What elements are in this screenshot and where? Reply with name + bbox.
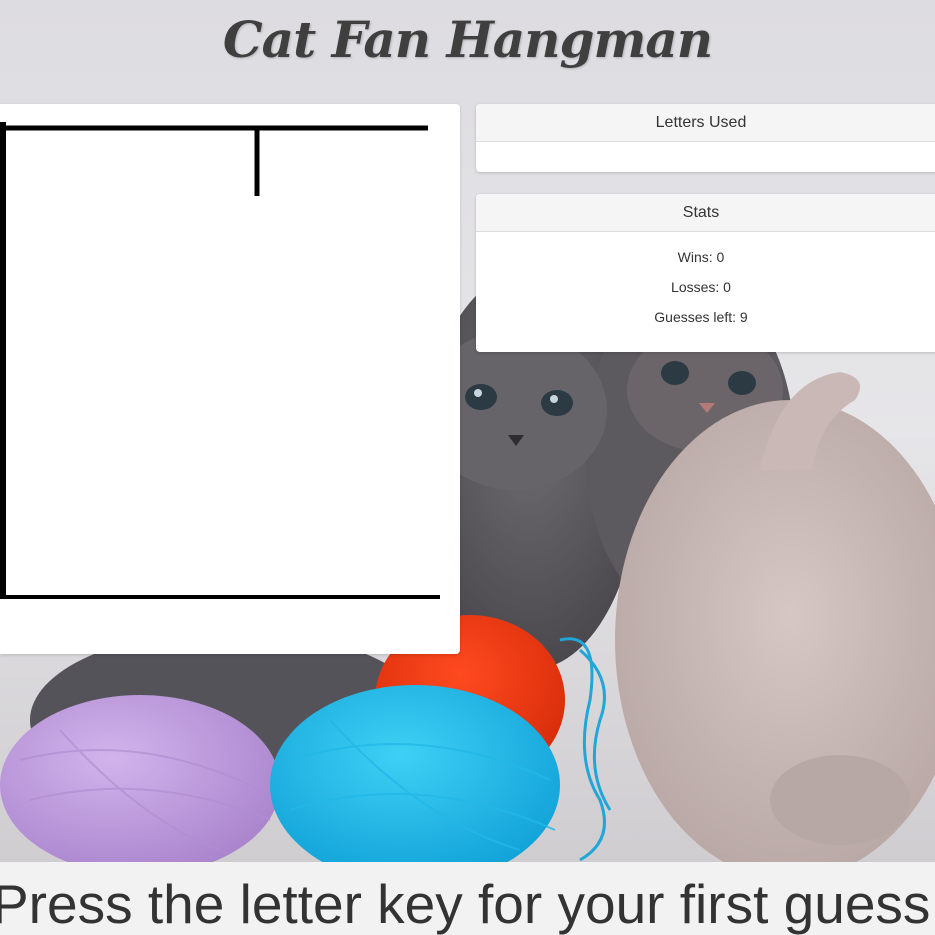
prompt-bar: Press the letter key for your first gues…: [0, 862, 935, 935]
guesses-left-count: Guesses left: 9: [654, 309, 748, 325]
letters-used-card: Letters Used: [476, 104, 935, 172]
page-title: Cat Fan Hangman: [222, 10, 713, 69]
guess-prompt: Press the letter key for your first gues…: [0, 873, 931, 935]
losses-count: Losses: 0: [671, 279, 731, 295]
wins-count: Wins: 0: [677, 249, 725, 265]
stats-card: Stats Wins: 0 Losses: 0 Guesses left: 9: [476, 194, 935, 352]
stats-heading: Stats: [476, 194, 935, 232]
gallows-drawing: [0, 122, 440, 599]
letters-used-heading: Letters Used: [476, 104, 935, 142]
hangman-drawing-panel: [0, 104, 460, 654]
letters-used-list: [476, 142, 935, 172]
